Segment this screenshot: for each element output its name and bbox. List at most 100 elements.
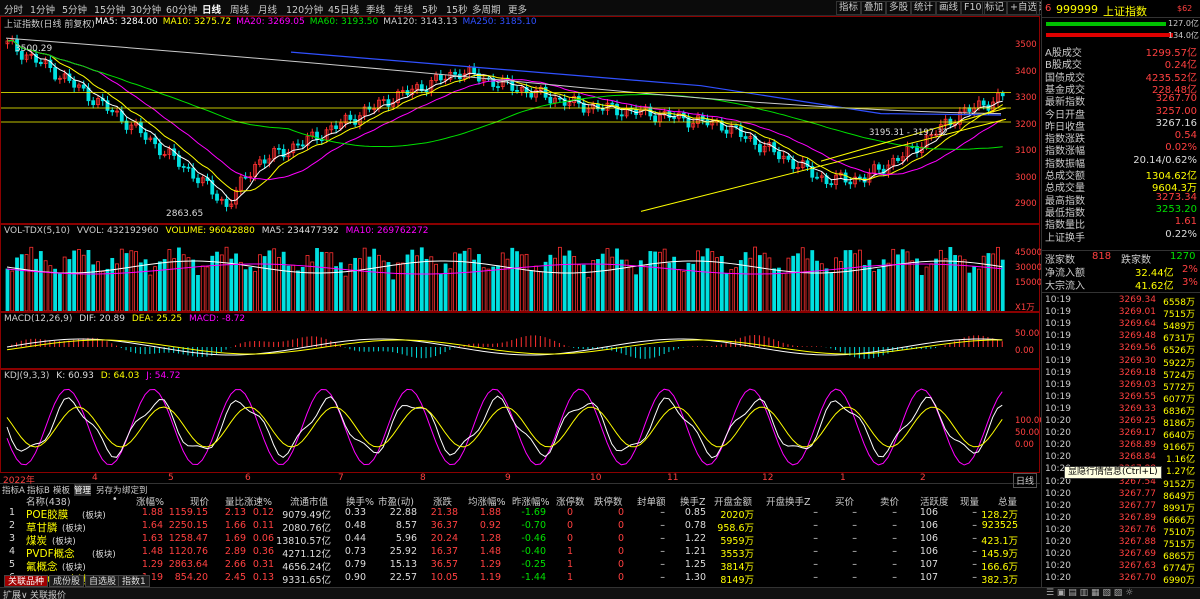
column-header-6[interactable]: 换手%: [346, 494, 374, 508]
tick-row[interactable]: 10:19 3269.34 6558万: [1042, 295, 1200, 308]
tick-row[interactable]: 10:20 3267.69 6865万: [1042, 549, 1200, 562]
cell-hz: 0.85: [684, 507, 706, 518]
month-label-0: 4: [92, 473, 98, 483]
column-header-10[interactable]: 昨涨幅%: [512, 494, 550, 508]
period-tab-11[interactable]: 季线: [366, 2, 385, 16]
tool-button-3[interactable]: 统计: [911, 1, 937, 15]
column-header-20[interactable]: 现量: [960, 494, 979, 508]
column-header-11[interactable]: 涨停数: [556, 494, 585, 508]
column-header-21[interactable]: 总量: [998, 494, 1017, 508]
tick-row[interactable]: 10:19 3269.56 6526万: [1042, 343, 1200, 356]
period-tab-16[interactable]: 更多: [508, 2, 527, 16]
sector-name[interactable]: PVDF概念: [26, 546, 75, 560]
period-tab-3[interactable]: 15分钟: [94, 2, 125, 16]
period-tab-13[interactable]: 5秒: [422, 2, 438, 16]
tool-button-6[interactable]: 标记: [982, 1, 1008, 15]
column-header-7[interactable]: 市盈(动): [378, 494, 414, 508]
tick-row[interactable]: 10:19 3269.33 6836万: [1042, 404, 1200, 417]
column-header-18[interactable]: 卖价: [880, 494, 899, 508]
column-header-3[interactable]: 现价: [190, 494, 209, 508]
column-header-19[interactable]: 活跃度: [920, 494, 949, 508]
tick-row[interactable]: 10:19 3269.48 6731万: [1042, 331, 1200, 344]
table-row[interactable]: 2 草甘膦 (板块) 1.64 2250.15 1.66 0.11 2080.76亿 0.48 8…: [0, 520, 1040, 534]
column-header-1[interactable]: •: [112, 494, 118, 507]
period-tab-7[interactable]: 周线: [230, 2, 249, 16]
tool-button-1[interactable]: 叠加: [861, 1, 887, 15]
table-row[interactable]: 5 氟概念 (板块) 1.29 2863.64 2.66 0.31 4656.24亿 0.79 1…: [0, 559, 1040, 573]
status-icons[interactable]: ☰ ▣ ▤ ▥ ▦ ▧ ▨ ☼: [1046, 588, 1133, 598]
period-tab-8[interactable]: 月线: [258, 2, 277, 16]
macd-pane[interactable]: MACD(12,26,9) DIF: 20.89 DEA: 25.25 MACD…: [0, 312, 1040, 369]
period-tab-12[interactable]: 年线: [394, 2, 413, 16]
tick-row[interactable]: 10:19 3269.55 6077万: [1042, 392, 1200, 405]
cell-up: 16.37: [430, 546, 458, 557]
period-tab-15[interactable]: 多周期: [472, 2, 501, 16]
column-header-14[interactable]: 换手Z: [680, 494, 706, 508]
table-row[interactable]: 6TOPCon电池(板块)1.19854.202.450.139331.65亿0…: [0, 572, 1040, 586]
period-tab-0[interactable]: 分时: [4, 2, 23, 16]
column-header-5[interactable]: 流通市值: [290, 494, 328, 508]
tick-row[interactable]: 10:20 3269.17 6640万: [1042, 428, 1200, 441]
tick-row[interactable]: 10:20 3267.77 8649万: [1042, 489, 1200, 502]
tick-row[interactable]: 10:19 3269.30 5922万: [1042, 356, 1200, 369]
column-header-8[interactable]: 涨跌: [433, 494, 452, 508]
tick-row[interactable]: 10:20 3268.89 9166万: [1042, 440, 1200, 453]
tick-row[interactable]: 10:20 3267.70 6990万: [1042, 573, 1200, 586]
column-header-15[interactable]: 开盘金额: [714, 494, 752, 508]
tick-list[interactable]: 10:19 3269.34 6558万 10:19 3269.01 7515万 10:19 3…: [1042, 292, 1200, 586]
tick-row[interactable]: 10:19 3269.01 7515万: [1042, 307, 1200, 320]
related-quote-button[interactable]: 关联报价: [30, 588, 66, 599]
column-header-12[interactable]: 跌停数: [594, 494, 623, 508]
sheet-tab-0[interactable]: 关联品种: [4, 575, 49, 587]
volume-pane[interactable]: VOL-TDX(5,10) VVOL: 432192960 VOLUME: 96…: [0, 224, 1042, 313]
tick-row[interactable]: 10:20 3269.25 8186万: [1042, 416, 1200, 429]
period-tab-9[interactable]: 120分钟: [286, 2, 323, 16]
column-header-17[interactable]: 买价: [835, 494, 854, 508]
tick-volume: 8649万: [1163, 491, 1195, 502]
kdj-pane[interactable]: KDJ(9,3,3) K: 60.93 D: 64.03 J: 54.72 10…: [0, 369, 1045, 473]
sector-name[interactable]: 煤炭: [26, 533, 47, 547]
sheet-tab-1[interactable]: 成份股: [49, 575, 85, 587]
period-tab-2[interactable]: 5分钟: [62, 2, 87, 16]
candle-body-106: [510, 79, 515, 91]
tick-row[interactable]: 10:20 3267.77 8991万: [1042, 501, 1200, 514]
candlestick-chart[interactable]: [1, 27, 1011, 223]
table-row[interactable]: 4 PVDF概念 (板块) 1.48 1120.76 2.89 0.36 4271.12亿 0.…: [0, 546, 1040, 560]
column-header-2[interactable]: 涨幅%: [136, 494, 164, 508]
sector-name[interactable]: 氟概念: [26, 559, 58, 573]
tick-row[interactable]: 10:20 3267.89 6666万: [1042, 513, 1200, 526]
period-tab-1[interactable]: 1分钟: [30, 2, 55, 16]
tool-button-2[interactable]: 多股: [886, 1, 912, 15]
period-tab-6[interactable]: 日线: [202, 2, 221, 16]
table-row[interactable]: 3 煤炭 (板块) 1.63 1258.47 1.69 0.06 13810.57亿 0.44 5…: [0, 533, 1040, 547]
tool-button-0[interactable]: 指标: [836, 1, 862, 15]
column-header-0[interactable]: 名称(438): [26, 494, 71, 508]
tick-row[interactable]: 10:19 3269.03 5772万: [1042, 380, 1200, 393]
column-header-4[interactable]: 量比涨速%: [225, 494, 272, 508]
tool-button-4[interactable]: 画线: [936, 1, 962, 15]
tick-row[interactable]: 10:20 3268.84 1.16亿: [1042, 452, 1200, 465]
expand-button[interactable]: 扩展∨: [3, 588, 28, 599]
sheet-tab-2[interactable]: 自选股: [85, 575, 121, 587]
cell-price: 1258.47: [168, 533, 208, 544]
price-chart-pane[interactable]: 上证指数(日线 前复权) MA5: 3284.00 MA10: 3275.72 MA…: [0, 16, 1040, 224]
table-row[interactable]: 1 POE胶膜 (板块) 1.88 1159.15 2.13 0.12 9079.49亿 0.3…: [0, 507, 1040, 521]
column-header-16[interactable]: 开盘换手Z: [766, 494, 811, 508]
period-tab-10[interactable]: 45日线: [328, 2, 359, 16]
column-header-9[interactable]: 均涨幅%: [468, 494, 506, 508]
cell-vol: 423.1万: [981, 536, 1018, 547]
cell-dt: 0: [617, 533, 624, 544]
period-tab-14[interactable]: 15秒: [446, 2, 468, 16]
tick-row[interactable]: 10:20 3267.76 7510万: [1042, 525, 1200, 538]
sector-name[interactable]: 草甘膦: [26, 520, 58, 534]
ma-label-2: MA20: 3269.05: [236, 17, 305, 27]
sheet-tab-3[interactable]: 指数1: [118, 575, 150, 587]
column-header-13[interactable]: 封单额: [637, 494, 666, 508]
tick-row[interactable]: 10:19 3269.18 5724万: [1042, 368, 1200, 381]
period-tab-5[interactable]: 60分钟: [166, 2, 197, 16]
tick-row[interactable]: 10:20 3267.88 7515万: [1042, 537, 1200, 550]
tick-row[interactable]: 10:20 3267.63 6774万: [1042, 561, 1200, 574]
sector-name[interactable]: POE胶膜: [26, 507, 68, 521]
period-tab-4[interactable]: 30分钟: [130, 2, 161, 16]
tick-row[interactable]: 10:19 3269.64 5489万: [1042, 319, 1200, 332]
